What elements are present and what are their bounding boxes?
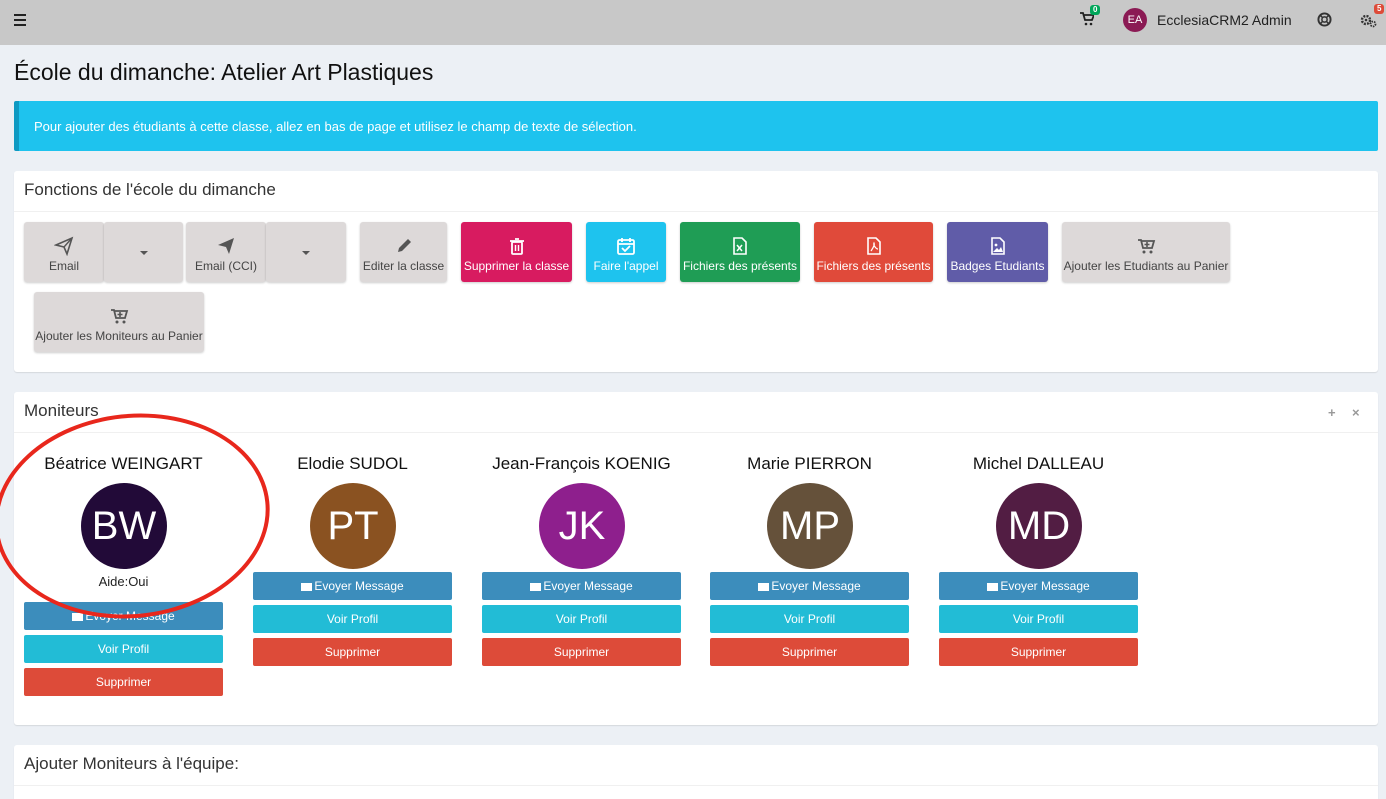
delete-label: Supprimer bbox=[95, 675, 152, 689]
envelope-icon bbox=[301, 583, 313, 591]
envelope-icon bbox=[987, 583, 999, 591]
delete-label: Supprimer bbox=[324, 645, 381, 659]
attendance-excel-label: Fichiers des présents bbox=[682, 259, 798, 273]
view-profile-label: Voir Profil bbox=[555, 612, 608, 626]
notifications-badge: 5 bbox=[1374, 4, 1385, 14]
add-team-title: Ajouter Moniteurs à l'équipe: bbox=[24, 754, 239, 773]
view-profile-label: Voir Profil bbox=[97, 642, 150, 656]
attendance-pdf-label: Fichiers des présents bbox=[816, 259, 931, 273]
trash-icon bbox=[509, 238, 524, 255]
delete-class-label: Supprimer la classe bbox=[463, 259, 570, 273]
add-team-box: Ajouter Moniteurs à l'équipe: bbox=[14, 745, 1378, 799]
delete-button[interactable]: Supprimer bbox=[939, 638, 1138, 666]
student-badges-button[interactable]: Badges Etudiants bbox=[947, 222, 1048, 282]
add-students-to-cart-button[interactable]: Ajouter les Etudiants au Panier bbox=[1062, 222, 1230, 282]
delete-label: Supprimer bbox=[781, 645, 838, 659]
view-profile-button[interactable]: Voir Profil bbox=[939, 605, 1138, 633]
add-monitors-to-cart-button[interactable]: Ajouter les Moniteurs au Panier bbox=[34, 292, 204, 352]
cart-plus-icon bbox=[111, 309, 129, 324]
edit-class-label: Editer la classe bbox=[362, 259, 445, 273]
delete-button[interactable]: Supprimer bbox=[253, 638, 452, 666]
envelope-icon bbox=[758, 583, 770, 591]
student-badges-label: Badges Etudiants bbox=[950, 259, 1045, 273]
send-message-label: Evoyer Message bbox=[314, 579, 404, 593]
envelope-icon bbox=[530, 583, 542, 591]
send-message-button[interactable]: Evoyer Message bbox=[939, 572, 1138, 600]
add-monitors-to-cart-label: Ajouter les Moniteurs au Panier bbox=[35, 329, 203, 343]
email-button[interactable]: Email bbox=[24, 222, 104, 282]
email-dropdown-toggle[interactable] bbox=[104, 222, 183, 282]
moniteur-name: Michel DALLEAU bbox=[972, 454, 1105, 473]
view-profile-label: Voir Profil bbox=[1012, 612, 1065, 626]
add-students-to-cart-label: Ajouter les Etudiants au Panier bbox=[1063, 259, 1229, 273]
attendance-excel-button[interactable]: Fichiers des présents bbox=[680, 222, 800, 282]
paper-plane-icon bbox=[54, 236, 74, 256]
view-profile-label: Voir Profil bbox=[326, 612, 379, 626]
view-profile-button[interactable]: Voir Profil bbox=[24, 635, 223, 663]
email-bcc-dropdown-toggle[interactable] bbox=[266, 222, 346, 282]
delete-button[interactable]: Supprimer bbox=[482, 638, 681, 666]
delete-label: Supprimer bbox=[553, 645, 610, 659]
cart-count-badge: 0 bbox=[1090, 5, 1101, 15]
avatar[interactable]: JK bbox=[539, 483, 625, 569]
expand-icon[interactable]: + bbox=[1328, 405, 1336, 420]
view-profile-button[interactable]: Voir Profil bbox=[710, 605, 909, 633]
pencil-icon bbox=[397, 239, 411, 252]
lifebuoy-icon[interactable] bbox=[1317, 12, 1332, 27]
user-name[interactable]: EcclesiaCRM2 Admin bbox=[1157, 12, 1292, 28]
view-profile-button[interactable]: Voir Profil bbox=[482, 605, 681, 633]
paper-plane-icon bbox=[218, 238, 234, 254]
attendance-button[interactable]: Faire l'appel bbox=[586, 222, 666, 282]
view-profile-button[interactable]: Voir Profil bbox=[253, 605, 452, 633]
info-callout: Pour ajouter des étudiants à cette class… bbox=[14, 101, 1378, 151]
send-message-label: Evoyer Message bbox=[543, 579, 633, 593]
send-message-button[interactable]: Evoyer Message bbox=[710, 572, 909, 600]
functions-title: Fonctions de l'école du dimanche bbox=[24, 180, 276, 199]
view-profile-label: Voir Profil bbox=[783, 612, 836, 626]
envelope-icon bbox=[72, 613, 84, 621]
send-message-button[interactable]: Evoyer Message bbox=[482, 572, 681, 600]
send-message-button[interactable]: Evoyer Message bbox=[253, 572, 452, 600]
menu-toggle-icon[interactable] bbox=[14, 14, 26, 26]
email-bcc-button[interactable]: Email (CCI) bbox=[186, 222, 266, 282]
functions-box: Fonctions de l'école du dimanche Email E… bbox=[14, 171, 1378, 372]
cart-plus-icon bbox=[1138, 239, 1156, 254]
close-icon[interactable]: × bbox=[1352, 405, 1360, 420]
delete-class-button[interactable]: Supprimer la classe bbox=[461, 222, 572, 282]
delete-button[interactable]: Supprimer bbox=[710, 638, 909, 666]
attendance-pdf-button[interactable]: Fichiers des présents bbox=[814, 222, 933, 282]
avatar[interactable]: PT bbox=[310, 483, 396, 569]
avatar[interactable]: MP bbox=[767, 483, 853, 569]
attendance-label: Faire l'appel bbox=[593, 259, 659, 273]
edit-class-button[interactable]: Editer la classe bbox=[360, 222, 447, 282]
pdf-file-icon bbox=[866, 237, 881, 255]
delete-label: Supprimer bbox=[1010, 645, 1067, 659]
user-avatar[interactable]: EA bbox=[1123, 8, 1147, 32]
avatar[interactable]: MD bbox=[996, 483, 1082, 569]
chevron-down-icon bbox=[139, 251, 148, 255]
top-navbar: 0 EA EcclesiaCRM2 Admin 5 bbox=[0, 0, 1386, 45]
chevron-down-icon bbox=[302, 251, 310, 255]
send-message-label: Evoyer Message bbox=[1000, 579, 1090, 593]
calendar-check-icon bbox=[617, 238, 635, 255]
email-label: Email bbox=[48, 259, 79, 273]
page-title: École du dimanche: Atelier Art Plastique… bbox=[14, 59, 434, 85]
image-file-icon bbox=[990, 237, 1005, 255]
moniteurs-title: Moniteurs bbox=[24, 401, 99, 420]
email-bcc-label: Email (CCI) bbox=[195, 259, 257, 273]
send-message-label: Evoyer Message bbox=[771, 579, 861, 593]
excel-file-icon bbox=[733, 237, 747, 255]
delete-button[interactable]: Supprimer bbox=[24, 668, 223, 696]
